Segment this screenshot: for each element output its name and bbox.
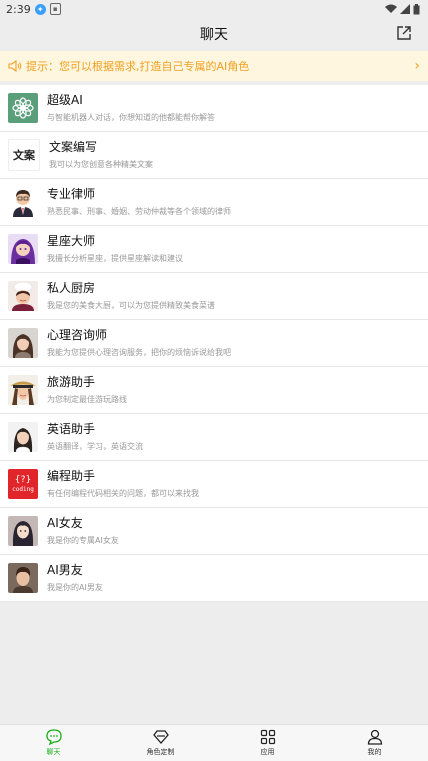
item-info: 心理咨询师 我能为您提供心理咨询服务，把你的烦恼诉说给我吧 <box>47 327 420 359</box>
item-info: AI女友 我是你的专属AI女友 <box>47 515 420 547</box>
notice-text: 提示：您可以根据需求,打造自己专属的AI角色 <box>26 60 250 73</box>
astrologer-portrait-icon <box>11 239 35 264</box>
tab-label: 聊天 <box>46 748 61 756</box>
item-info: 文案编写 我可以为您创意各种精美文案 <box>49 139 420 171</box>
item-name: AI男友 <box>47 563 83 577</box>
english-portrait-icon <box>13 428 33 452</box>
item-desc: 我可以为您创意各种精美文案 <box>49 160 153 169</box>
wifi-icon <box>385 4 397 13</box>
lawyer-avatar <box>8 187 38 217</box>
list-item-super-ai[interactable]: 超级AI 与智能机器人对话，你想知道的他都能帮你解答 <box>0 85 428 132</box>
tab-chat[interactable]: 聊天 <box>0 725 107 761</box>
tab-me[interactable]: 我的 <box>321 725 428 761</box>
status-bar-right <box>385 3 420 15</box>
ai-boyfriend-avatar <box>8 563 38 593</box>
item-info: 星座大师 我擅长分析星座，提供星座解读和建议 <box>47 233 420 265</box>
chef-avatar <box>8 281 38 311</box>
item-desc: 熟悉民事、刑事、婚姻、劳动仲裁等各个领域的律师 <box>47 207 231 216</box>
notification-icon: ✦ <box>34 3 46 15</box>
bottom-tab-bar: 聊天 角色定制 应用 我的 <box>0 724 428 761</box>
item-desc: 为您制定最佳游玩路线 <box>47 395 127 404</box>
item-info: 私人厨房 我是您的美食大厨，可以为您提供精致美食菜谱 <box>47 280 420 312</box>
psychologist-portrait-icon <box>12 334 34 358</box>
status-time: 2:39 <box>6 2 31 16</box>
status-bar-left: 2:39 ✦ ▪ <box>6 3 61 16</box>
battery-icon <box>413 3 420 14</box>
ai-girlfriend-avatar <box>8 516 38 546</box>
english-avatar <box>8 422 38 452</box>
list-item-programming-assistant[interactable]: {?} coding 编程助手 有任何编程代码相关的问题，都可以来找我 <box>0 461 428 508</box>
tab-apps[interactable]: 应用 <box>214 725 321 761</box>
item-info: 旅游助手 为您制定最佳游玩路线 <box>47 374 420 406</box>
speaker-icon <box>8 60 22 72</box>
item-desc: 我能为您提供心理咨询服务，把你的烦恼诉说给我吧 <box>47 348 231 357</box>
app-header: 聊天 <box>0 18 428 50</box>
share-icon[interactable] <box>396 25 412 41</box>
tab-role-customize[interactable]: 角色定制 <box>107 725 214 761</box>
item-info: AI男友 我是你的AI男友 <box>47 562 420 594</box>
tab-label: 角色定制 <box>146 748 175 756</box>
list-item-ai-boyfriend[interactable]: AI男友 我是你的AI男友 <box>0 555 428 602</box>
item-name: 星座大师 <box>47 234 96 248</box>
item-name: 编程助手 <box>47 469 96 483</box>
role-list: 超级AI 与智能机器人对话，你想知道的他都能帮你解答 文案 文案编写 我可以为您… <box>0 85 428 602</box>
flower-logo-icon <box>12 97 34 119</box>
item-desc: 我是你的AI男友 <box>47 583 103 592</box>
diamond-icon <box>152 730 169 744</box>
item-desc: 我擅长分析星座，提供星座解读和建议 <box>47 254 183 263</box>
item-name: 文案编写 <box>49 140 98 154</box>
coding-label-text: coding <box>12 485 34 493</box>
item-name: 英语助手 <box>47 422 96 436</box>
notice-banner[interactable]: 提示：您可以根据需求,打造自己专属的AI角色 › <box>0 51 428 81</box>
coding-avatar: {?} coding <box>8 469 38 499</box>
copywriting-avatar: 文案 <box>8 139 40 171</box>
chef-portrait-icon <box>12 281 34 311</box>
tab-label: 我的 <box>367 748 382 756</box>
travel-avatar <box>8 375 38 405</box>
item-name: 私人厨房 <box>47 281 96 295</box>
item-name: 超级AI <box>47 93 83 107</box>
astrologer-avatar <box>8 234 38 264</box>
lawyer-portrait-icon <box>13 190 33 217</box>
coding-brace-text: {?} <box>14 474 32 485</box>
item-name: 心理咨询师 <box>47 328 108 342</box>
travel-portrait-icon <box>10 381 36 405</box>
list-item-english-assistant[interactable]: 英语助手 英语翻译，学习，英语交流 <box>0 414 428 461</box>
item-name: 旅游助手 <box>47 375 96 389</box>
item-desc: 有任何编程代码相关的问题，都可以来找我 <box>47 489 199 498</box>
item-desc: 与智能机器人对话，你想知道的他都能帮你解答 <box>47 113 215 122</box>
item-desc: 英语翻译，学习，英语交流 <box>47 442 143 451</box>
chat-bubble-icon <box>45 729 62 746</box>
item-info: 英语助手 英语翻译，学习，英语交流 <box>47 421 420 453</box>
person-icon <box>367 729 382 745</box>
item-name: 专业律师 <box>47 187 96 201</box>
avatar-text: 文案 <box>13 149 35 162</box>
psychologist-avatar <box>8 328 38 358</box>
boyfriend-portrait-icon <box>13 567 33 593</box>
list-item-private-kitchen[interactable]: 私人厨房 我是您的美食大厨，可以为您提供精致美食菜谱 <box>0 273 428 320</box>
list-item-astrologer[interactable]: 星座大师 我擅长分析星座，提供星座解读和建议 <box>0 226 428 273</box>
item-name: AI女友 <box>47 516 83 530</box>
item-desc: 我是你的专属AI女友 <box>47 536 119 545</box>
list-item-psychologist[interactable]: 心理咨询师 我能为您提供心理咨询服务，把你的烦恼诉说给我吧 <box>0 320 428 367</box>
page-title: 聊天 <box>200 27 228 43</box>
grid-icon <box>260 729 275 745</box>
list-item-copywriting[interactable]: 文案 文案编写 我可以为您创意各种精美文案 <box>0 132 428 179</box>
shield-icon: ▪ <box>49 3 61 15</box>
item-info: 编程助手 有任何编程代码相关的问题，都可以来找我 <box>47 468 420 500</box>
tab-label: 应用 <box>260 748 275 756</box>
list-item-travel-assistant[interactable]: 旅游助手 为您制定最佳游玩路线 <box>0 367 428 414</box>
item-info: 专业律师 熟悉民事、刑事、婚姻、劳动仲裁等各个领域的律师 <box>47 186 420 218</box>
chevron-right-icon: › <box>414 58 420 74</box>
girlfriend-portrait-icon <box>12 521 34 546</box>
item-info: 超级AI 与智能机器人对话，你想知道的他都能帮你解答 <box>47 92 420 124</box>
list-item-lawyer[interactable]: 专业律师 熟悉民事、刑事、婚姻、劳动仲裁等各个领域的律师 <box>0 179 428 226</box>
signal-icon <box>400 4 410 14</box>
item-desc: 我是您的美食大厨，可以为您提供精致美食菜谱 <box>47 301 215 310</box>
super-ai-avatar <box>8 93 38 123</box>
status-bar: 2:39 ✦ ▪ <box>0 0 428 18</box>
list-item-ai-girlfriend[interactable]: AI女友 我是你的专属AI女友 <box>0 508 428 555</box>
